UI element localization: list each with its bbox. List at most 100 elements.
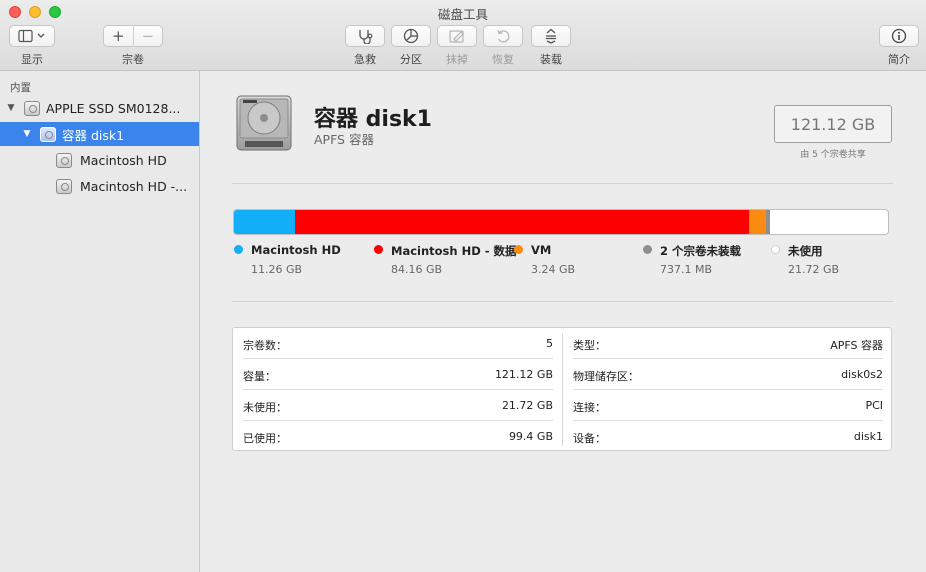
stethoscope-icon bbox=[359, 30, 373, 44]
capacity-box: 121.12 GB bbox=[774, 105, 892, 143]
info-value: disk0s2 bbox=[841, 368, 883, 381]
partition-group: 分区 bbox=[391, 25, 431, 67]
info-row-capacity: 容量： 121.12 GB bbox=[243, 359, 553, 390]
legend-name: 未使用 bbox=[788, 244, 823, 258]
volume-segmented-control: + − bbox=[103, 25, 163, 47]
info-value: 99.4 GB bbox=[508, 430, 553, 443]
legend-color-dot bbox=[234, 245, 243, 254]
info-value: 5 bbox=[546, 337, 553, 350]
info-row-volumes: 宗卷数： 5 bbox=[243, 328, 553, 359]
sidebar-item-container-disk1[interactable]: ▼ 容器 disk1 bbox=[0, 122, 199, 146]
legend-name: 2 个宗卷未装载 bbox=[660, 244, 742, 258]
sidebar-item-label: 容器 disk1 bbox=[62, 127, 125, 143]
info-key: 宗卷数： bbox=[243, 339, 287, 352]
sidebar-section-internal: 内置 bbox=[10, 82, 31, 94]
erase-group: 抹掉 bbox=[437, 25, 477, 67]
legend-color-dot bbox=[514, 245, 523, 254]
divider bbox=[232, 301, 893, 302]
usage-segment bbox=[234, 210, 295, 234]
restore-label: 恢复 bbox=[492, 53, 514, 66]
container-icon bbox=[40, 126, 56, 142]
restore-arrow-icon bbox=[497, 29, 510, 43]
volume-icon bbox=[56, 178, 72, 194]
mount-label: 装载 bbox=[540, 53, 562, 66]
info-table: 宗卷数： 5 容量： 121.12 GB 未使用： 21.72 GB 已使用： … bbox=[232, 327, 892, 451]
remove-volume-button[interactable]: − bbox=[132, 25, 163, 47]
info-row-free: 未使用： 21.72 GB bbox=[243, 390, 553, 421]
main-panel: 容器 disk1 APFS 容器 121.12 GB 由 5 个宗卷共享 Mac… bbox=[200, 71, 926, 572]
info-value: PCI bbox=[865, 399, 883, 412]
volume-label: 宗卷 bbox=[122, 53, 144, 66]
info-group: 简介 bbox=[879, 25, 919, 67]
mount-icon bbox=[546, 28, 556, 44]
partition-button[interactable] bbox=[391, 25, 431, 47]
info-label: 简介 bbox=[888, 53, 910, 66]
info-row-device: 设备： disk1 bbox=[573, 421, 883, 452]
info-column-right: 类型： APFS 容器 物理储存区： disk0s2 连接： PCI 设备： d… bbox=[563, 328, 883, 452]
sidebar-item-apple-ssd[interactable]: ▼ APPLE SSD SM0128... bbox=[0, 96, 199, 120]
restore-group: 恢复 bbox=[483, 25, 523, 67]
legend-size: 21.72 GB bbox=[788, 263, 840, 276]
legend-size: 11.26 GB bbox=[251, 263, 303, 276]
legend-name: Macintosh HD - 数据 bbox=[391, 244, 517, 258]
info-row-used: 已使用： 99.4 GB bbox=[243, 421, 553, 452]
legend-size: 84.16 GB bbox=[391, 263, 443, 276]
internal-disk-icon bbox=[24, 100, 40, 116]
volume-group: + − 宗卷 bbox=[103, 25, 163, 67]
view-group: 显示 bbox=[9, 25, 55, 67]
info-key: 已使用： bbox=[243, 432, 287, 445]
disclosure-triangle-icon[interactable]: ▼ bbox=[20, 129, 34, 139]
restore-button[interactable] bbox=[483, 25, 523, 47]
pie-partition-icon bbox=[403, 28, 419, 44]
erase-button[interactable] bbox=[437, 25, 477, 47]
legend-color-dot bbox=[771, 245, 780, 254]
usage-segment bbox=[749, 210, 766, 234]
legend-color-dot bbox=[643, 245, 652, 254]
disk-utility-window: 磁盘工具 显示 + − 宗卷 急救 分区 抹掉 恢复 装载 简介 内置 ▼ AP… bbox=[0, 0, 926, 572]
toolbar: 磁盘工具 显示 + − 宗卷 急救 分区 抹掉 恢复 装载 简介 bbox=[0, 0, 926, 71]
first-aid-label: 急救 bbox=[354, 53, 376, 66]
sidebar: 内置 ▼ APPLE SSD SM0128... ▼ 容器 disk1 Maci… bbox=[0, 71, 200, 572]
info-key: 物理储存区： bbox=[573, 370, 639, 383]
sidebar-icon bbox=[18, 29, 45, 43]
info-key: 设备： bbox=[573, 432, 606, 445]
info-key: 连接： bbox=[573, 401, 606, 414]
eraser-icon bbox=[449, 30, 464, 43]
mount-button[interactable] bbox=[531, 25, 571, 47]
info-value: disk1 bbox=[853, 430, 883, 443]
view-button[interactable] bbox=[9, 25, 55, 47]
partition-label: 分区 bbox=[400, 53, 422, 66]
usage-segment bbox=[295, 210, 749, 234]
disclosure-triangle-icon[interactable]: ▼ bbox=[4, 103, 18, 113]
first-aid-button[interactable] bbox=[345, 25, 385, 47]
legend-size: 3.24 GB bbox=[531, 263, 576, 276]
legend-name: Macintosh HD bbox=[251, 243, 341, 257]
sidebar-item-macintosh-hd-data[interactable]: Macintosh HD -... bbox=[0, 174, 199, 198]
view-label: 显示 bbox=[21, 53, 43, 66]
info-button[interactable] bbox=[879, 25, 919, 47]
legend-size: 737.1 MB bbox=[660, 263, 713, 276]
window-title: 磁盘工具 bbox=[437, 7, 488, 22]
capacity-caption: 由 5 个宗卷共享 bbox=[800, 150, 866, 160]
info-value: 21.72 GB bbox=[501, 399, 553, 412]
info-value: 121.12 GB bbox=[494, 368, 553, 381]
legend-name: VM bbox=[531, 243, 552, 257]
sidebar-item-label: Macintosh HD bbox=[80, 152, 167, 168]
chevron-down-icon bbox=[37, 33, 45, 38]
info-key: 类型： bbox=[573, 339, 606, 352]
usage-segment bbox=[770, 210, 888, 234]
info-key: 未使用： bbox=[243, 401, 287, 414]
legend-color-dot bbox=[374, 245, 383, 254]
mount-group: 装载 bbox=[531, 25, 571, 67]
sidebar-item-label: APPLE SSD SM0128... bbox=[46, 100, 181, 116]
info-icon bbox=[891, 28, 907, 44]
first-aid-group: 急救 bbox=[345, 25, 385, 67]
info-value: APFS 容器 bbox=[830, 339, 883, 352]
hard-drive-icon bbox=[236, 95, 292, 151]
info-key: 容量： bbox=[243, 370, 276, 383]
sidebar-item-macintosh-hd[interactable]: Macintosh HD bbox=[0, 148, 199, 172]
erase-label: 抹掉 bbox=[446, 53, 468, 66]
add-volume-button[interactable]: + bbox=[104, 25, 133, 47]
info-row-connection: 连接： PCI bbox=[573, 390, 883, 421]
sidebar-item-label: Macintosh HD -... bbox=[80, 178, 188, 194]
